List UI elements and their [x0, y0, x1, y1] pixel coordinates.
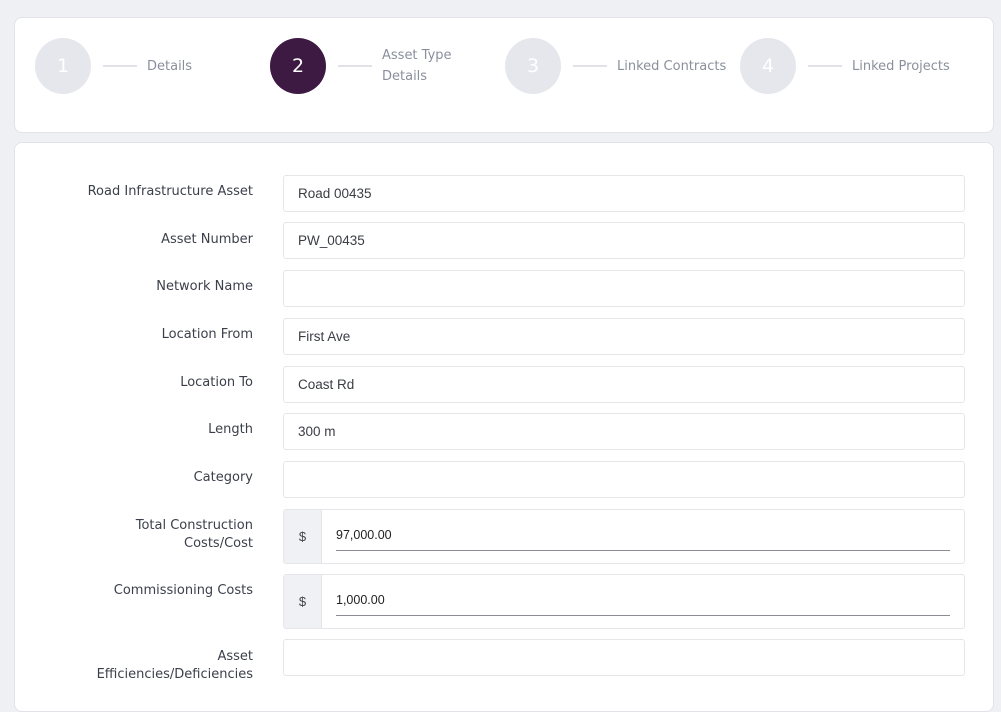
asset-details-form: Road Infrastructure Asset Road 00435 Ass… — [14, 142, 994, 712]
step-label-asset-type-details: Asset Type Details — [382, 48, 452, 84]
step-connector — [338, 65, 372, 67]
field-label: Asset Number — [161, 232, 253, 247]
field-label: Location To — [180, 375, 253, 390]
step-label-linked-contracts: Linked Contracts — [617, 58, 727, 74]
network-name-input[interactable] — [283, 270, 965, 307]
step-connector — [808, 65, 842, 67]
step-number-4: 4 — [740, 38, 796, 94]
step-asset-type-details[interactable]: 2 Asset Type Details — [270, 38, 472, 94]
commissioning-costs-input[interactable]: 1,000.00 — [336, 585, 950, 616]
asset-number-input[interactable]: PW_00435 — [283, 222, 965, 259]
field-label: Asset Efficiencies/Deficiencies — [96, 649, 253, 682]
field-label: Location From — [161, 327, 253, 342]
commissioning-costs-field: $ 1,000.00 — [283, 574, 965, 629]
location-from-input[interactable]: First Ave — [283, 318, 965, 355]
step-label-linked-projects: Linked Projects — [852, 58, 950, 74]
step-number-3: 3 — [505, 38, 561, 94]
field-label: Road Infrastructure Asset — [87, 184, 253, 199]
total-construction-costs-input[interactable]: 97,000.00 — [336, 520, 950, 551]
length-input[interactable]: 300 m — [283, 413, 965, 450]
currency-prefix: $ — [284, 510, 322, 563]
step-label-details: Details — [147, 58, 193, 74]
field-label: Length — [208, 422, 253, 437]
road-infrastructure-asset-input[interactable]: Road 00435 — [283, 175, 965, 212]
step-connector — [573, 65, 607, 67]
step-connector — [103, 65, 137, 67]
step-details[interactable]: 1 Details — [35, 38, 192, 94]
wizard-stepper: 1 Details 2 Asset Type Details 3 Linked … — [14, 17, 994, 133]
step-number-2: 2 — [270, 38, 326, 94]
total-construction-costs-field: $ 97,000.00 — [283, 509, 965, 564]
field-label: Total Construction Costs/Cost — [135, 518, 253, 551]
field-label: Category — [193, 470, 253, 485]
field-label: Network Name — [156, 279, 253, 294]
step-linked-projects[interactable]: 4 Linked Projects — [740, 38, 950, 94]
category-input[interactable] — [283, 461, 965, 498]
currency-prefix: $ — [284, 575, 322, 628]
field-label: Commissioning Costs — [113, 583, 253, 598]
step-linked-contracts[interactable]: 3 Linked Contracts — [505, 38, 726, 94]
asset-efficiencies-input[interactable] — [283, 639, 965, 676]
location-to-input[interactable]: Coast Rd — [283, 366, 965, 403]
step-number-1: 1 — [35, 38, 91, 94]
